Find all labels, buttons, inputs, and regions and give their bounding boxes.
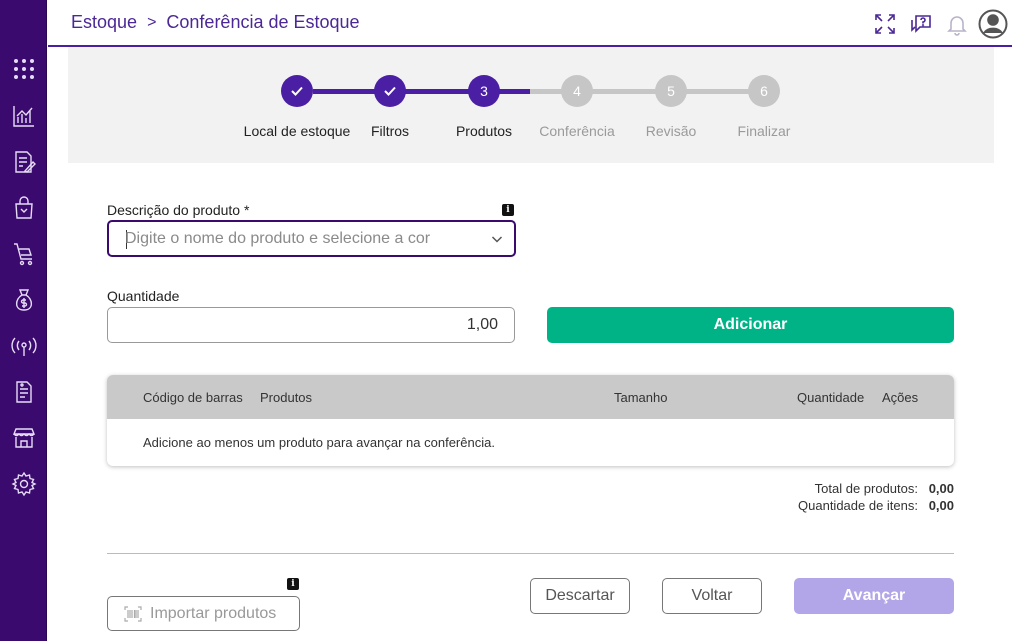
totals-summary: Total de produtos: 0,00 Quantidade de it…: [798, 481, 954, 515]
breadcrumb-current: Conferência de Estoque: [166, 12, 360, 32]
settings-gear-icon[interactable]: [9, 469, 39, 499]
step-4-pending: 4: [561, 75, 593, 107]
table-header: Código de barras Produtos Tamanho Quanti…: [107, 375, 954, 419]
step-6-label: Finalizar: [737, 123, 791, 139]
report-icon[interactable]: [9, 377, 39, 407]
product-description-label: Descrição do produto *: [107, 202, 250, 218]
chart-icon[interactable]: [9, 101, 39, 131]
chevron-down-icon[interactable]: [491, 233, 503, 245]
help-chat-icon[interactable]: [908, 11, 934, 37]
step-connector: [500, 89, 530, 94]
step-2-done[interactable]: [374, 75, 406, 107]
add-button[interactable]: Adicionar: [547, 307, 954, 343]
divider: [107, 553, 954, 554]
check-icon: [384, 86, 396, 96]
cart-icon[interactable]: [9, 239, 39, 269]
product-select[interactable]: [107, 220, 516, 257]
total-items-value: 0,00: [928, 498, 954, 513]
main-panel: Local de estoque Filtros 3 Produtos 4 Co…: [68, 47, 994, 641]
next-button[interactable]: Avançar: [794, 578, 954, 614]
document-edit-icon[interactable]: [9, 147, 39, 177]
step-6-pending: 6: [748, 75, 780, 107]
step-1-done[interactable]: [281, 75, 313, 107]
breadcrumb: Estoque > Conferência de Estoque: [71, 12, 360, 33]
bell-icon[interactable]: [944, 11, 970, 37]
products-table: Código de barras Produtos Tamanho Quanti…: [107, 375, 954, 466]
discard-button[interactable]: Descartar: [530, 578, 630, 614]
column-actions: Ações: [882, 390, 919, 405]
shopping-bag-icon[interactable]: [9, 193, 39, 223]
apps-grid-icon[interactable]: [9, 54, 39, 84]
total-items-label: Quantidade de itens:: [798, 498, 918, 513]
total-products-value: 0,00: [928, 481, 954, 496]
product-search-input[interactable]: [125, 230, 465, 248]
step-5-pending: 5: [655, 75, 687, 107]
column-size: Tamanho: [614, 390, 668, 405]
total-products-label: Total de produtos:: [814, 481, 918, 496]
quantity-value: 1,00: [466, 316, 498, 333]
column-quantity: Quantidade: [797, 390, 865, 405]
column-barcode: Código de barras: [143, 390, 243, 405]
column-products: Produtos: [260, 390, 313, 405]
import-products-button[interactable]: Importar produtos: [107, 596, 300, 631]
info-icon[interactable]: i: [502, 204, 514, 216]
store-icon[interactable]: [9, 423, 39, 453]
money-bag-icon[interactable]: [9, 285, 39, 315]
back-button[interactable]: Voltar: [662, 578, 762, 614]
sidebar: [0, 0, 47, 641]
quantity-input[interactable]: 1,00: [107, 307, 515, 343]
breadcrumb-separator: >: [147, 13, 157, 31]
step-3-current[interactable]: 3: [468, 75, 500, 107]
barcode-icon: [124, 605, 142, 622]
info-icon[interactable]: i: [287, 578, 299, 590]
table-empty-message: Adicione ao menos um produto para avança…: [143, 435, 495, 450]
import-products-label: Importar produtos: [150, 604, 277, 622]
fullscreen-icon[interactable]: [872, 11, 898, 37]
quantity-label: Quantidade: [107, 288, 180, 304]
broadcast-icon[interactable]: [9, 331, 39, 361]
top-header: Estoque > Conferência de Estoque: [48, 0, 1012, 47]
stepper: Local de estoque Filtros 3 Produtos 4 Co…: [68, 47, 994, 163]
breadcrumb-root-link[interactable]: Estoque: [71, 12, 137, 33]
user-avatar-icon[interactable]: [978, 9, 1008, 39]
check-icon: [291, 86, 303, 96]
